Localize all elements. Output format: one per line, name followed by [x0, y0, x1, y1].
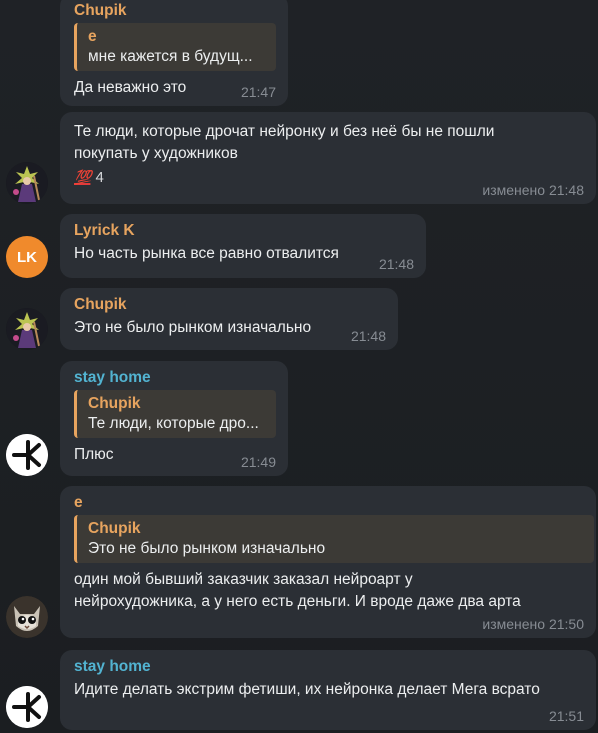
sender-name[interactable]: Lyrick K [74, 221, 414, 241]
message-bubble[interactable]: е Chupik Это не было рынком изначально о… [60, 486, 596, 638]
arrow-logo-avatar-icon[interactable] [6, 686, 48, 728]
message-time: 21:51 [548, 708, 584, 724]
message-time: 21:48 [378, 256, 414, 272]
reaction-count: 4 [95, 169, 104, 186]
reply-quote[interactable]: Chupik Те люди, которые дро... [74, 390, 276, 438]
message-text-line: один мой бывший заказчик заказал нейроар… [74, 571, 413, 588]
reply-author: Chupik [88, 395, 141, 412]
message-text: Это не было рынком изначально [74, 319, 312, 336]
wizard-avatar-icon[interactable] [6, 162, 48, 204]
chat-area: Chupik е мне кажется в будущ... Да неваж… [0, 0, 598, 733]
message-bubble[interactable]: Chupik Это не было рынком изначально 21:… [60, 288, 398, 350]
message-bubble[interactable]: Lyrick K Но часть рынка все равно отвали… [60, 214, 426, 278]
message-bubble[interactable]: stay home Chupik Те люди, которые дро...… [60, 361, 288, 476]
message-time: изменено 21:48 [482, 182, 584, 198]
message-time: 21:49 [240, 454, 276, 470]
reply-quote[interactable]: е мне кажется в будущ... [74, 23, 276, 71]
wizard-avatar-icon[interactable] [6, 308, 48, 350]
reply-author: Chupik [88, 520, 141, 537]
message-bubble[interactable]: Те люди, которые дрочат нейронку и без н… [60, 112, 596, 204]
reply-text: мне кажется в будущ... [88, 48, 253, 65]
cat-avatar-icon[interactable] [6, 596, 48, 638]
reply-author: е [88, 28, 97, 45]
message-text: Идите делать экстрим фетиши, их нейронка… [74, 681, 540, 698]
avatar-initials: LK [17, 248, 37, 266]
sender-name[interactable]: stay home [74, 368, 276, 388]
reaction-pill[interactable]: 💯 4 [74, 169, 104, 186]
message-text: Но часть рынка все равно отвалится [74, 245, 339, 262]
reply-text: Те люди, которые дро... [88, 415, 259, 432]
avatar-lyrick-k[interactable]: LK [6, 236, 48, 278]
reply-text: Это не было рынком изначально [88, 540, 326, 557]
message-time: 21:48 [350, 328, 386, 344]
message-text-line: покупать у художников [74, 145, 238, 162]
sender-name[interactable]: Chupik [74, 1, 276, 21]
message-bubble[interactable]: Chupik е мне кажется в будущ... Да неваж… [60, 0, 288, 106]
message-text-line: Те люди, которые дрочат нейронку и без н… [74, 123, 495, 140]
message-time: изменено 21:50 [482, 616, 584, 632]
message-text-line: нейрохудожника, а у него есть деньги. И … [74, 593, 521, 610]
arrow-logo-avatar-icon[interactable] [6, 434, 48, 476]
sender-name[interactable]: stay home [74, 657, 584, 677]
hundred-points-icon: 💯 [74, 169, 91, 185]
sender-name[interactable]: Chupik [74, 295, 386, 315]
sender-name[interactable]: е [74, 493, 584, 513]
message-bubble[interactable]: stay home Идите делать экстрим фетиши, и… [60, 650, 596, 730]
reply-quote[interactable]: Chupik Это не было рынком изначально [74, 515, 594, 563]
message-time: 21:47 [240, 84, 276, 100]
